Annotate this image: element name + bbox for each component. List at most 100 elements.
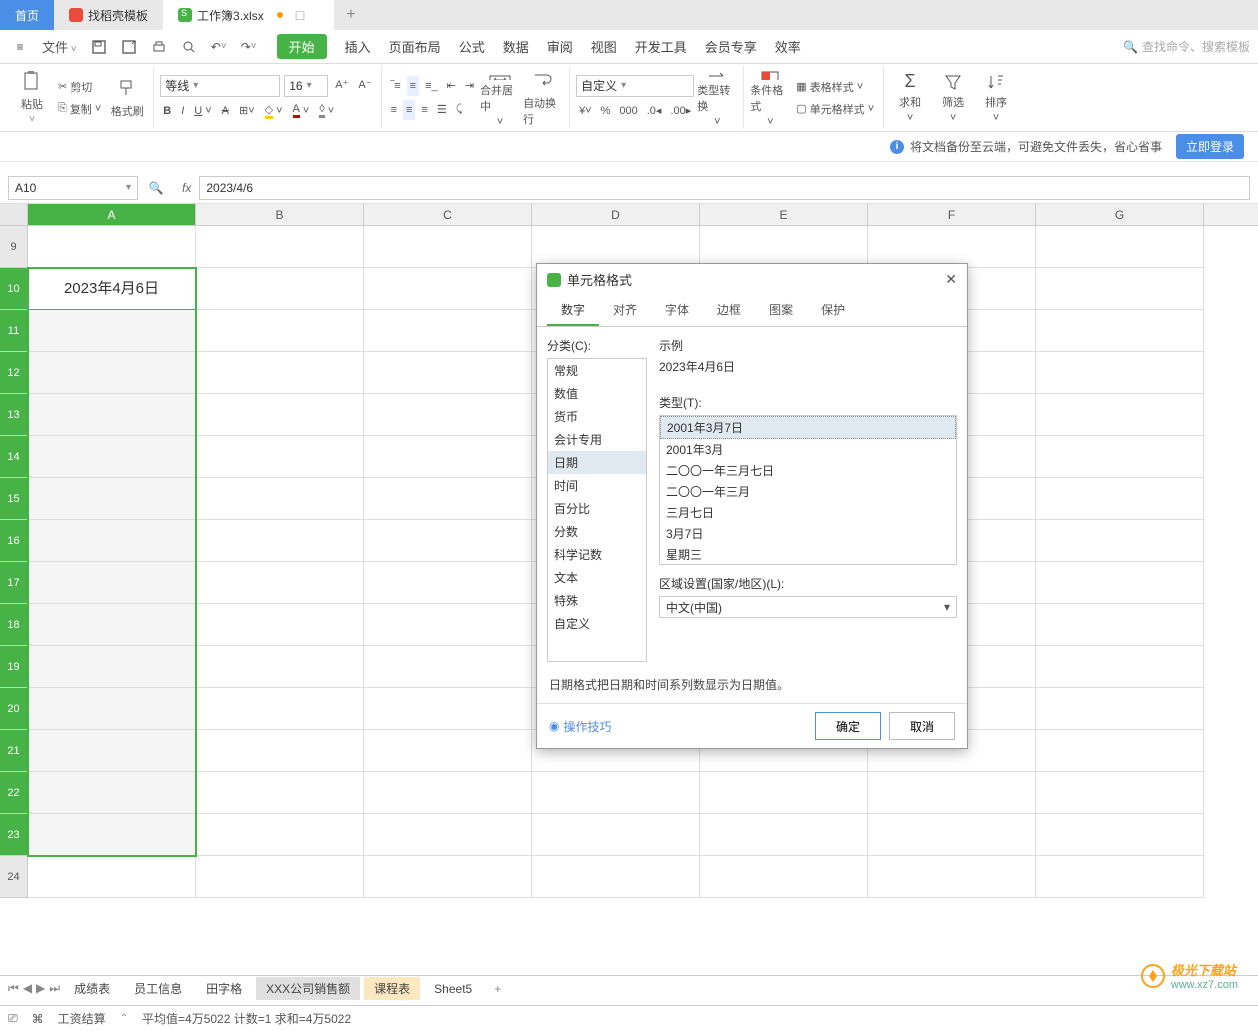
- col-header-E[interactable]: E: [700, 204, 868, 225]
- comma-button[interactable]: 000: [616, 101, 640, 121]
- strikethrough-button[interactable]: A: [219, 101, 232, 121]
- cell-A20[interactable]: [28, 688, 196, 730]
- category-list[interactable]: 常规 数值 货币 会计专用 日期 时间 百分比 分数 科学记数 文本 特殊 自定…: [547, 358, 647, 662]
- locale-select[interactable]: 中文(中国): [659, 596, 957, 618]
- col-header-B[interactable]: B: [196, 204, 364, 225]
- row-header-11[interactable]: 11: [0, 310, 28, 352]
- dialog-tab-align[interactable]: 对齐: [599, 295, 651, 326]
- ribbon-tab-developer[interactable]: 开发工具: [635, 37, 687, 56]
- sheet-tab[interactable]: XXX公司销售额: [256, 977, 360, 1000]
- cell-A21[interactable]: [28, 730, 196, 772]
- close-icon[interactable]: ✕: [945, 271, 957, 288]
- col-header-D[interactable]: D: [532, 204, 700, 225]
- cell-A22[interactable]: [28, 772, 196, 814]
- category-special[interactable]: 特殊: [548, 589, 646, 612]
- increase-font-button[interactable]: A⁺: [332, 75, 351, 95]
- ribbon-tab-efficiency[interactable]: 效率: [775, 37, 801, 56]
- font-color-button[interactable]: A˅: [290, 101, 313, 121]
- row-header-15[interactable]: 15: [0, 478, 28, 520]
- col-header-C[interactable]: C: [364, 204, 532, 225]
- category-time[interactable]: 时间: [548, 474, 646, 497]
- dialog-titlebar[interactable]: 单元格格式 ✕: [537, 264, 967, 295]
- cell-A13[interactable]: [28, 394, 196, 436]
- cell-A12[interactable]: [28, 352, 196, 394]
- row-header-21[interactable]: 21: [0, 730, 28, 772]
- number-format-combo[interactable]: 自定义: [576, 75, 694, 97]
- cell-A23[interactable]: [28, 814, 196, 856]
- tips-link[interactable]: ◉ 操作技巧: [549, 718, 612, 735]
- cell-A24[interactable]: [28, 856, 196, 898]
- font-name-combo[interactable]: 等线: [160, 75, 280, 97]
- cell-B10[interactable]: [196, 268, 364, 310]
- sheet-tab[interactable]: 成绩表: [64, 977, 120, 1000]
- dialog-tab-pattern[interactable]: 图案: [755, 295, 807, 326]
- cell-A9[interactable]: [28, 226, 196, 268]
- align-bottom-button[interactable]: ≡_: [422, 76, 441, 96]
- undo-icon[interactable]: ↶ ˅: [207, 35, 231, 59]
- dialog-tab-number[interactable]: 数字: [547, 295, 599, 326]
- sheet-first-icon[interactable]: ⏮: [8, 981, 19, 996]
- close-icon[interactable]: □: [296, 7, 304, 23]
- screenshot-icon[interactable]: ⎚: [8, 1011, 18, 1026]
- orientation-button[interactable]: ⤹: [453, 100, 466, 120]
- italic-button[interactable]: I: [178, 101, 187, 121]
- format-painter-button[interactable]: 格式刷: [107, 68, 147, 128]
- increase-indent-button[interactable]: ⇥: [462, 76, 477, 96]
- row-header-16[interactable]: 16: [0, 520, 28, 562]
- sheet-next-icon[interactable]: ▶: [36, 981, 45, 996]
- sort-button[interactable]: 排序˅: [976, 68, 1016, 128]
- formula-input[interactable]: 2023/4/6: [199, 176, 1250, 200]
- cell-G9[interactable]: [1036, 226, 1204, 268]
- redo-icon[interactable]: ↷ ˅: [237, 35, 261, 59]
- dialog-tab-protect[interactable]: 保护: [807, 295, 859, 326]
- tab-template[interactable]: 找稻壳模板: [54, 0, 163, 30]
- save-icon[interactable]: [87, 35, 111, 59]
- cell-A19[interactable]: [28, 646, 196, 688]
- align-top-button[interactable]: ‾≡: [388, 76, 404, 96]
- currency-button[interactable]: ¥˅: [576, 101, 595, 121]
- row-header-10[interactable]: 10: [0, 268, 28, 310]
- category-accounting[interactable]: 会计专用: [548, 428, 646, 451]
- file-menu[interactable]: 文件 ˅: [38, 37, 81, 56]
- category-currency[interactable]: 货币: [548, 405, 646, 428]
- type-convert-button[interactable]: 类型转换˅: [697, 68, 737, 128]
- add-tab-button[interactable]: +: [334, 0, 367, 30]
- row-header-12[interactable]: 12: [0, 352, 28, 394]
- merge-center-button[interactable]: 合并居中˅: [480, 68, 520, 128]
- align-left-button[interactable]: ≡: [388, 100, 400, 120]
- filter-button[interactable]: 筛选˅: [933, 68, 973, 128]
- hamburger-icon[interactable]: ≡: [8, 35, 32, 59]
- ribbon-tab-review[interactable]: 审阅: [547, 37, 573, 56]
- dialog-tab-font[interactable]: 字体: [651, 295, 703, 326]
- decrease-decimal-button[interactable]: .0◂: [644, 101, 665, 121]
- row-header-22[interactable]: 22: [0, 772, 28, 814]
- type-list[interactable]: 2001年3月7日 2001年3月 二〇〇一年三月七日 二〇〇一年三月 三月七日…: [659, 415, 957, 565]
- type-item[interactable]: 2001年3月7日: [660, 416, 956, 439]
- calc-mode-icon[interactable]: ⌘: [32, 1012, 44, 1026]
- save-as-icon[interactable]: [117, 35, 141, 59]
- highlight-button[interactable]: ◊˅: [316, 101, 337, 121]
- paste-button[interactable]: 粘贴˅: [12, 68, 52, 128]
- row-header-9[interactable]: 9: [0, 226, 28, 268]
- justify-button[interactable]: ☰: [434, 100, 450, 120]
- category-fraction[interactable]: 分数: [548, 520, 646, 543]
- ribbon-tab-member[interactable]: 会员专享: [705, 37, 757, 56]
- cell-G10[interactable]: [1036, 268, 1204, 310]
- print-preview-icon[interactable]: [177, 35, 201, 59]
- type-item[interactable]: 3月7日: [660, 523, 956, 544]
- cell-E9[interactable]: [700, 226, 868, 268]
- decrease-indent-button[interactable]: ⇤: [444, 76, 459, 96]
- cell-A17[interactable]: [28, 562, 196, 604]
- align-middle-button[interactable]: ≡: [407, 76, 419, 96]
- sum-button[interactable]: Σ求和˅: [890, 68, 930, 128]
- border-button[interactable]: ⊞˅: [236, 101, 258, 121]
- category-general[interactable]: 常规: [548, 359, 646, 382]
- dialog-tab-border[interactable]: 边框: [703, 295, 755, 326]
- row-header-18[interactable]: 18: [0, 604, 28, 646]
- category-percent[interactable]: 百分比: [548, 497, 646, 520]
- category-custom[interactable]: 自定义: [548, 612, 646, 635]
- table-style-button[interactable]: ▦表格样式˅: [793, 77, 877, 97]
- category-text[interactable]: 文本: [548, 566, 646, 589]
- tab-home[interactable]: 首页: [0, 0, 54, 30]
- sheet-tab-active[interactable]: 课程表: [364, 977, 420, 1000]
